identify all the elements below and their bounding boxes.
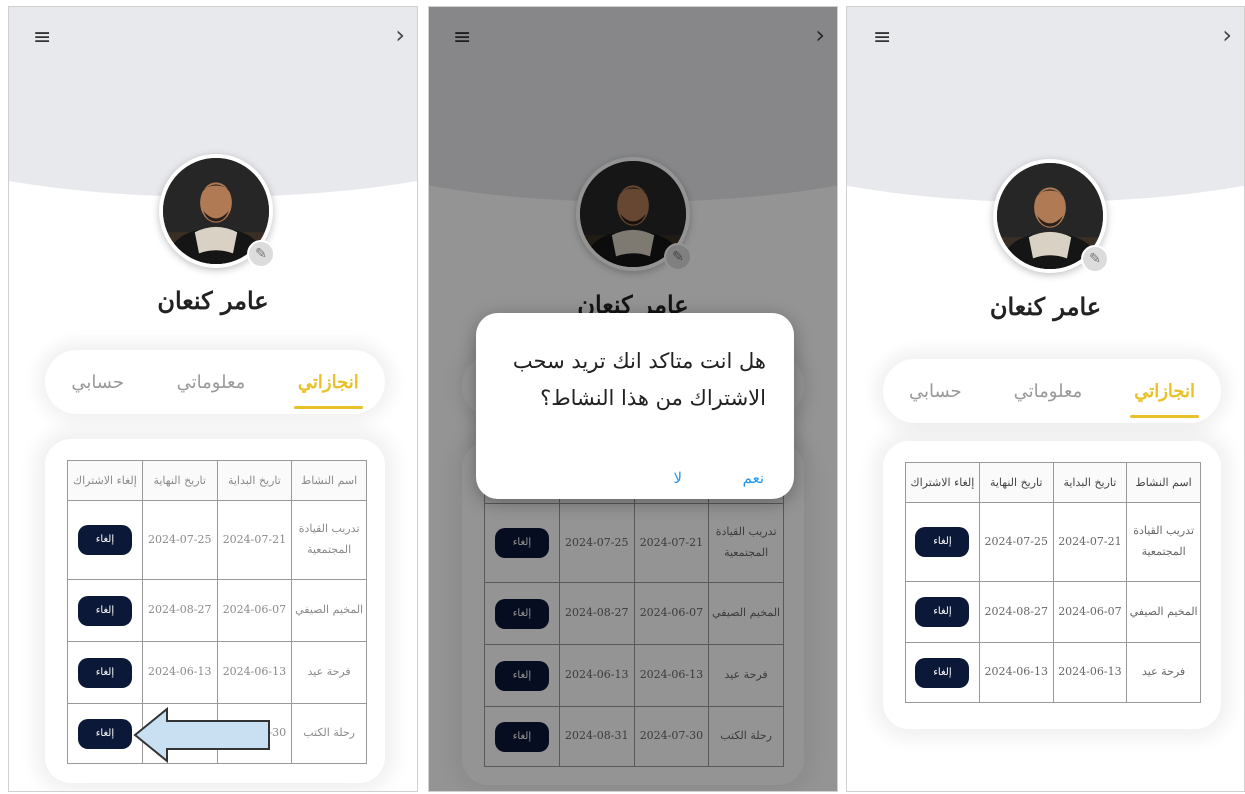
- start-date: 2024-06-13: [216, 641, 293, 704]
- start-date: 2024-06-07: [1052, 581, 1128, 643]
- table-row: تدريب القيادة المجتمعية 2024-07-21 2024-…: [905, 502, 1201, 582]
- header-end-date: تاريخ النهاية: [141, 460, 218, 501]
- back-arrow-icon[interactable]: ›: [395, 23, 405, 47]
- cancel-cell: إلغاء: [67, 500, 143, 580]
- header-cancel: إلغاء الاشتراك: [67, 460, 143, 501]
- activity-name: المخيم الصيفي: [1126, 581, 1201, 643]
- header-activity: اسم النشاط: [291, 460, 367, 501]
- tab-achievements[interactable]: انجازاتي: [1130, 375, 1199, 418]
- start-date: 2024-07-21: [216, 500, 293, 580]
- header-start-date: تاريخ البداية: [216, 460, 293, 501]
- end-date: 2024-08-27: [978, 581, 1054, 643]
- activity-name: رحلة الكتب: [291, 703, 367, 764]
- confirm-no-button[interactable]: لا: [673, 469, 682, 487]
- tab-account[interactable]: حسابي: [905, 375, 966, 408]
- menu-icon[interactable]: ≡: [873, 27, 891, 49]
- table-row: المخيم الصيفي 2024-06-07 2024-08-27 إلغا…: [905, 581, 1201, 643]
- table-row: تدريب القيادة المجتمعية 2024-07-21 2024-…: [67, 500, 367, 580]
- profile-screen-confirm: ≡ › ✎ عامر كنعان حسابي معلوماتي انجازاتي: [428, 6, 838, 792]
- end-date: 2024-08-27: [141, 579, 218, 642]
- table-row: المخيم الصيفي 2024-06-07 2024-08-27 إلغا…: [67, 579, 367, 642]
- table-header-row: اسم النشاط تاريخ البداية تاريخ النهاية إ…: [905, 462, 1201, 503]
- table-row: فرحة عيد 2024-06-13 2024-06-13 إلغاء: [905, 642, 1201, 703]
- activity-name: تدريب القيادة المجتمعية: [291, 500, 367, 580]
- tab-account[interactable]: حسابي: [67, 366, 128, 399]
- header-end-date: تاريخ النهاية: [978, 462, 1054, 503]
- header-activity: اسم النشاط: [1126, 462, 1201, 503]
- edit-avatar-icon[interactable]: ✎: [1081, 245, 1109, 273]
- profile-screen-before: ≡ › ✎ عامر كنعان حسابي معلوماتي انجازاتي: [8, 6, 418, 792]
- cancel-cell: إلغاء: [905, 581, 980, 643]
- cancel-subscription-button[interactable]: إلغاء: [915, 657, 970, 688]
- activity-name: المخيم الصيفي: [291, 579, 367, 642]
- cancel-subscription-button[interactable]: إلغاء: [77, 718, 132, 749]
- activities-card: اسم النشاط تاريخ البداية تاريخ النهاية إ…: [883, 441, 1221, 729]
- pointer-arrow-icon: [133, 707, 270, 763]
- cancel-cell: إلغاء: [67, 641, 143, 704]
- table-header-row: اسم النشاط تاريخ البداية تاريخ النهاية إ…: [67, 460, 367, 501]
- start-date: 2024-06-07: [216, 579, 293, 642]
- header-cancel: إلغاء الاشتراك: [905, 462, 980, 503]
- user-name: عامر كنعان: [157, 286, 269, 315]
- profile-screen-after: ≡ › ✎ عامر كنعان حسابي معلوماتي انجازاتي: [846, 6, 1245, 792]
- app-root: ≡ › ✎ عامر كنعان حسابي معلوماتي انجازاتي: [0, 0, 1245, 794]
- profile-tabs: حسابي معلوماتي انجازاتي: [883, 359, 1221, 423]
- activity-name: فرحة عيد: [1126, 642, 1201, 703]
- cancel-subscription-button[interactable]: إلغاء: [915, 597, 970, 627]
- cancel-subscription-button[interactable]: إلغاء: [77, 595, 132, 626]
- start-date: 2024-06-13: [1052, 642, 1128, 703]
- table-row: فرحة عيد 2024-06-13 2024-06-13 إلغاء: [67, 641, 367, 704]
- activity-name: تدريب القيادة المجتمعية: [1126, 502, 1201, 582]
- dialog-message: هل انت متاكد انك تريد سحب الاشتراك من هذ…: [512, 349, 766, 410]
- profile-tabs: حسابي معلوماتي انجازاتي: [45, 350, 385, 414]
- start-date: 2024-07-21: [1052, 502, 1128, 582]
- back-arrow-icon[interactable]: ›: [1222, 23, 1232, 47]
- cancel-cell: إلغاء: [905, 502, 980, 582]
- end-date: 2024-07-25: [978, 502, 1054, 582]
- end-date: 2024-07-25: [141, 500, 218, 580]
- cancel-subscription-button[interactable]: إلغاء: [915, 527, 970, 557]
- menu-icon[interactable]: ≡: [33, 27, 51, 49]
- cancel-cell: إلغاء: [905, 642, 980, 703]
- tab-info[interactable]: معلوماتي: [1010, 375, 1087, 408]
- tab-achievements[interactable]: انجازاتي: [293, 366, 363, 409]
- activity-name: فرحة عيد: [291, 641, 367, 704]
- cancel-subscription-button[interactable]: إلغاء: [77, 657, 132, 688]
- header-start-date: تاريخ البداية: [1052, 462, 1128, 503]
- end-date: 2024-06-13: [141, 641, 218, 704]
- cancel-cell: إلغاء: [67, 579, 143, 642]
- confirm-dialog: هل انت متاكد انك تريد سحب الاشتراك من هذ…: [476, 313, 794, 499]
- user-name: عامر كنعان: [989, 292, 1102, 321]
- end-date: 2024-06-13: [978, 642, 1054, 703]
- cancel-cell: إلغاء: [67, 703, 143, 764]
- edit-avatar-icon[interactable]: ✎: [247, 240, 275, 268]
- tab-info[interactable]: معلوماتي: [173, 366, 250, 399]
- activities-table: اسم النشاط تاريخ البداية تاريخ النهاية إ…: [905, 462, 1201, 703]
- cancel-subscription-button[interactable]: إلغاء: [77, 525, 132, 555]
- confirm-yes-button[interactable]: نعم: [743, 469, 764, 487]
